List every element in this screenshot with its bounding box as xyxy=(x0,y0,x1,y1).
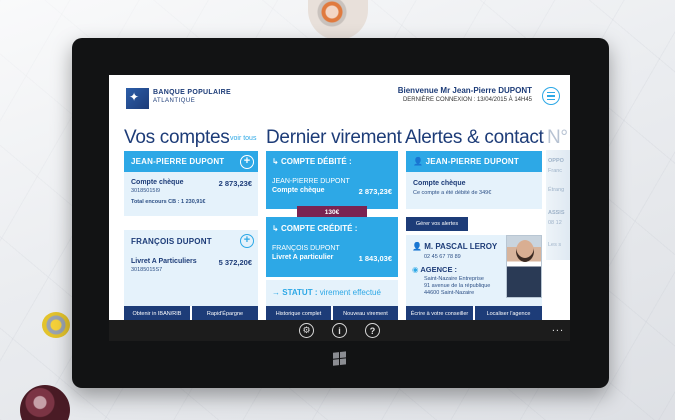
alert-owner-header: 👤 JEAN-PIERRE DUPONT xyxy=(406,151,542,172)
debit-account: Compte chèque xyxy=(272,187,325,194)
account-cb-total-1: Total encours CB : 1 230,91€ xyxy=(131,199,206,205)
account-label-1: Compte chèque xyxy=(131,179,184,186)
app-bar: ⚙ i ? ... xyxy=(109,320,570,341)
alert-text: Ce compte a été débité de 349€ xyxy=(413,190,492,196)
bank-logo-icon xyxy=(126,88,149,109)
windows-home-icon[interactable] xyxy=(333,351,347,366)
bank-subname: ATLANTIQUE xyxy=(153,98,196,104)
credit-amount: 1 843,03€ xyxy=(358,254,392,263)
agency-line1: Saint-Nazaire Entreprise xyxy=(424,276,484,282)
new-transfer-button[interactable]: Nouveau virement xyxy=(333,306,398,321)
person-icon: 👤 xyxy=(412,242,422,251)
account-card-2[interactable]: FRANÇOIS DUPONT + Livret A Particuliers … xyxy=(124,230,258,278)
account-number-1: 30185015I9 xyxy=(131,188,161,194)
peek-line: Étrang xyxy=(548,187,565,193)
agency-line2: 91 avenue de la république xyxy=(424,283,491,289)
alerts-title: Alertes & contact xyxy=(405,127,544,148)
locate-agency-button[interactable]: Localiser l'agence xyxy=(475,306,542,321)
get-iban-button[interactable]: Obtenir in IBAN/RIB xyxy=(124,306,190,321)
app-screen: BANQUE POPULAIRE ATLANTIQUE Bienvenue Mr… xyxy=(109,75,570,341)
welcome-message: Bienvenue Mr Jean-Pierre DUPONT xyxy=(397,86,532,95)
manage-alerts-button[interactable]: Gérer vos alertes xyxy=(406,217,468,231)
account-card-1[interactable]: JEAN-PIERRE DUPONT + Compte chèque 2 873… xyxy=(124,151,258,216)
credit-card: ↳ COMPTE CRÉDITÉ : FRANÇOIS DUPONT Livre… xyxy=(266,217,398,277)
peek-line: OPPO xyxy=(548,158,564,164)
advisor-row: 👤 M. PASCAL LEROY xyxy=(412,242,497,251)
agency-line3: 44600 Saint-Nazaire xyxy=(424,290,475,296)
accounts-spacer xyxy=(124,278,258,306)
more-options-icon[interactable]: ... xyxy=(552,322,564,334)
account-amount-2: 5 372,20€ xyxy=(218,258,252,267)
account-label-2: Livret A Particuliers xyxy=(131,258,197,265)
alert-account: Compte chèque xyxy=(413,180,466,187)
peek-line: ASSIS xyxy=(548,210,565,216)
status-label: STATUT : xyxy=(282,288,318,297)
bank-name: BANQUE POPULAIRE xyxy=(153,89,231,96)
write-advisor-button[interactable]: Écrire à votre conseiller xyxy=(406,306,473,321)
rapid-savings-button[interactable]: Rapid'Épargne xyxy=(192,306,258,321)
debit-title-text: COMPTE DÉBITÉ : xyxy=(280,157,352,166)
debit-amount: 2 873,23€ xyxy=(358,187,392,196)
status-row: → STATUT : virement effectué xyxy=(272,288,381,297)
alert-owner: JEAN-PIERRE DUPONT xyxy=(425,157,519,166)
see-all-link[interactable]: voir tous xyxy=(230,135,256,142)
agency-row: ◉ AGENCE : xyxy=(412,265,457,274)
alert-card: 👤 JEAN-PIERRE DUPONT Compte chèque Ce co… xyxy=(406,151,542,209)
next-panel-peek: OPPO Franc Étrang ASSIS 08 12 Les s xyxy=(546,150,570,260)
advisor-phone: 02 45 67 78 89 xyxy=(424,254,461,260)
debit-name: JEAN-PIERRE DUPONT xyxy=(272,178,350,185)
status-card: → STATUT : virement effectué xyxy=(266,280,398,306)
plus-icon[interactable]: + xyxy=(240,234,254,248)
decorative-sphere xyxy=(42,312,70,338)
credit-account: Livret A particulier xyxy=(272,254,334,261)
accounts-title: Vos comptes xyxy=(124,127,230,148)
next-section-title: N° xyxy=(547,127,568,148)
info-icon[interactable]: i xyxy=(332,323,347,338)
advisor-name: M. PASCAL LEROY xyxy=(424,242,498,251)
help-icon[interactable]: ? xyxy=(365,323,380,338)
transfer-title: Dernier virement xyxy=(266,127,402,148)
account-owner-1: JEAN-PIERRE DUPONT xyxy=(124,151,258,172)
credit-name: FRANÇOIS DUPONT xyxy=(272,245,340,252)
plus-icon[interactable]: + xyxy=(240,155,254,169)
status-value: virement effectué xyxy=(319,288,381,297)
debit-title: ↳ COMPTE DÉBITÉ : xyxy=(272,157,352,166)
location-pin-icon: ◉ xyxy=(412,265,419,274)
account-amount-1: 2 873,23€ xyxy=(218,179,252,188)
account-number-2: 30185015S7 xyxy=(131,267,163,273)
peek-line: Franc xyxy=(548,168,563,174)
agency-label: AGENCE : xyxy=(420,265,458,274)
credit-title: ↳ COMPTE CRÉDITÉ : xyxy=(272,224,358,233)
advisor-photo xyxy=(506,235,542,298)
peek-line: Les s xyxy=(548,242,562,248)
full-history-button[interactable]: Historique complet xyxy=(266,306,331,321)
peek-line: 08 12 xyxy=(548,220,562,226)
account-owner-2: FRANÇOIS DUPONT xyxy=(131,237,212,246)
debit-card: ↳ COMPTE DÉBITÉ : JEAN-PIERRE DUPONT Com… xyxy=(266,151,398,209)
credit-title-text: COMPTE CRÉDITÉ : xyxy=(280,224,358,233)
menu-icon[interactable] xyxy=(542,87,560,105)
settings-icon[interactable]: ⚙ xyxy=(299,323,314,338)
last-connection: DERNIÈRE CONNEXION : 13/04/2015 À 14H45 xyxy=(402,97,532,103)
